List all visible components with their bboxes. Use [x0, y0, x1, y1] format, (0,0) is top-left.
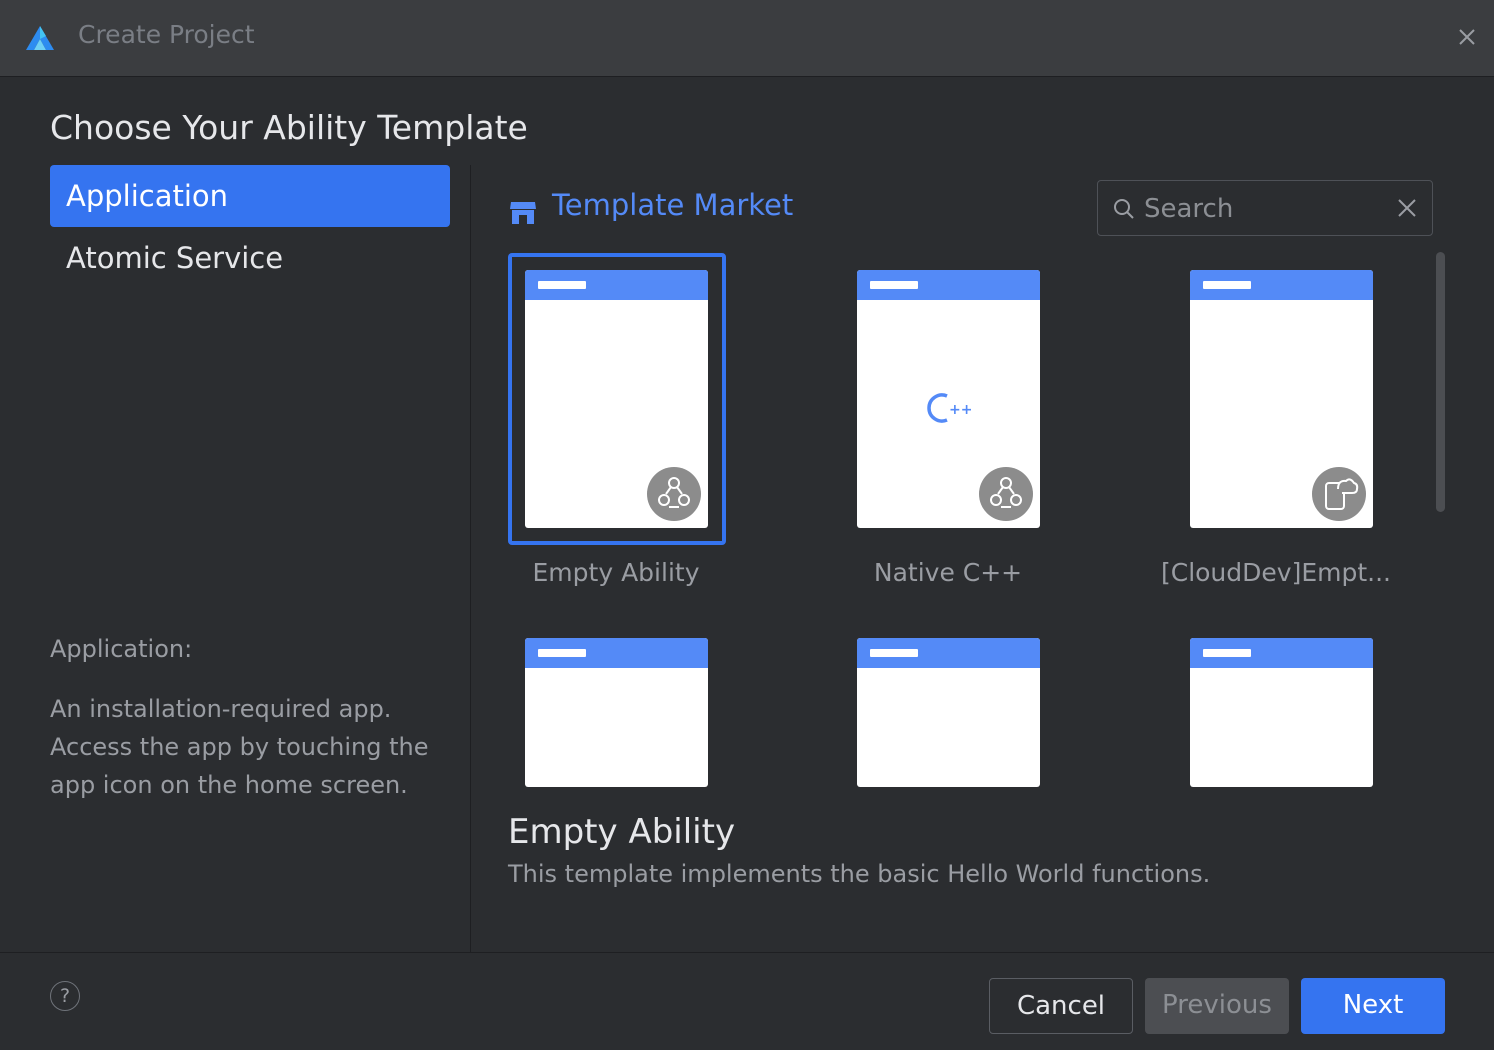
card-header-bar: [538, 281, 586, 289]
ability-icon: [979, 467, 1033, 521]
template-detail-title: Empty Ability: [508, 812, 736, 852]
template-card[interactable]: [1190, 638, 1373, 787]
cpp-plus-text: ++: [949, 402, 972, 418]
sidebar-item-application[interactable]: Application: [50, 165, 450, 227]
description-title: Application:: [50, 635, 193, 663]
card-header-bar: [1203, 649, 1251, 657]
template-detail-description: This template implements the basic Hello…: [508, 860, 1211, 888]
card-header: [857, 270, 1040, 300]
card-header: [1190, 270, 1373, 300]
clear-search-icon[interactable]: [1396, 197, 1418, 219]
card-header-bar: [1203, 281, 1251, 289]
template-label[interactable]: [CloudDev]Empt...: [1126, 558, 1426, 587]
search-box[interactable]: [1097, 180, 1433, 236]
template-label[interactable]: Empty Ability: [466, 558, 766, 587]
sidebar: Application Atomic Service Application: …: [0, 165, 470, 952]
app-logo-icon: [26, 26, 54, 50]
description-body: An installation-required app. Access the…: [50, 695, 429, 799]
card-header: [525, 270, 708, 300]
cancel-button[interactable]: Cancel: [989, 978, 1133, 1034]
template-card-native-cpp[interactable]: ++: [857, 270, 1040, 528]
close-icon[interactable]: [1456, 26, 1478, 48]
window-title: Create Project: [78, 20, 255, 49]
cpp-icon: ++: [927, 393, 972, 423]
footer-divider: [0, 952, 1494, 953]
sidebar-item-atomic-service[interactable]: Atomic Service: [50, 227, 450, 289]
title-bar: Create Project: [0, 0, 1494, 77]
card-header-bar: [870, 649, 918, 657]
next-button[interactable]: Next: [1301, 978, 1445, 1034]
template-label[interactable]: Native C++: [798, 558, 1098, 587]
search-icon: [1114, 199, 1134, 219]
card-header: [857, 638, 1040, 668]
search-input[interactable]: [1142, 189, 1386, 229]
template-card-clouddev-empty[interactable]: [1190, 270, 1373, 528]
help-button[interactable]: ?: [50, 981, 80, 1011]
page-title: Choose Your Ability Template: [50, 108, 528, 147]
create-project-dialog: Create Project Choose Your Ability Templ…: [0, 0, 1494, 1050]
scrollbar[interactable]: [1436, 252, 1445, 512]
ability-icon: [647, 467, 701, 521]
template-card[interactable]: [857, 638, 1040, 787]
card-header: [525, 638, 708, 668]
card-header-bar: [538, 649, 586, 657]
cloud-dev-icon: [1312, 467, 1366, 521]
previous-button[interactable]: Previous: [1145, 978, 1289, 1034]
card-header-bar: [870, 281, 918, 289]
card-header: [1190, 638, 1373, 668]
template-market-link[interactable]: Template Market: [552, 188, 793, 222]
template-card[interactable]: [525, 638, 708, 787]
template-card-empty-ability[interactable]: [525, 270, 708, 528]
store-icon: [510, 202, 536, 224]
